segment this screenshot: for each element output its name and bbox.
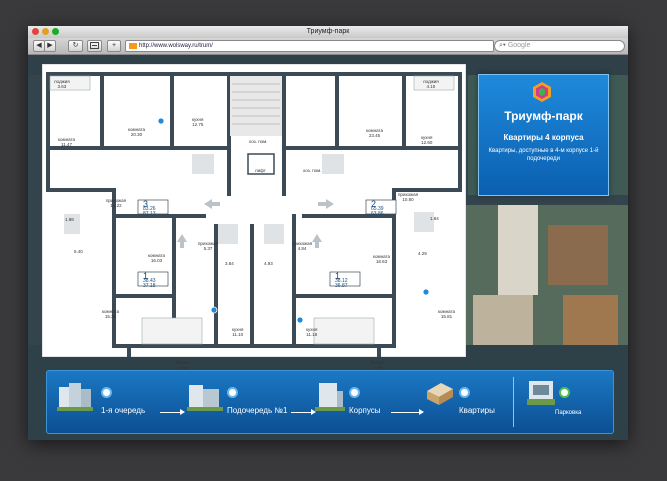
room-label: хоз. пом. bbox=[249, 139, 268, 144]
bookmark-icon bbox=[90, 42, 99, 49]
area-label: 4.29 bbox=[418, 251, 427, 256]
nav-arrow bbox=[291, 412, 311, 413]
address-bar[interactable]: http://www.wolsway.ru/trum/ bbox=[125, 40, 494, 52]
room-label: комната 23.45 bbox=[366, 128, 384, 138]
room-label: комната 18.63 bbox=[373, 254, 391, 264]
nav-step-apartments[interactable]: Квартиры bbox=[425, 371, 510, 433]
apartment-badge[interactable]: 1 38.12 36.87 bbox=[335, 272, 348, 289]
room-label: прихожая 13.22 bbox=[106, 198, 127, 208]
room-label: лифт bbox=[255, 168, 266, 173]
apartment-interior-icon bbox=[427, 383, 453, 405]
area-label: 4.93 bbox=[264, 261, 273, 266]
room-label: прихожая 5.37 bbox=[198, 241, 219, 251]
add-tab-button[interactable]: + bbox=[107, 40, 121, 52]
room-label: лоджия 4.10 bbox=[423, 79, 439, 89]
logo-icon bbox=[533, 82, 551, 102]
building-group-icon bbox=[187, 385, 223, 411]
search-placeholder: Google bbox=[507, 42, 531, 49]
page-content: лоджия 3.63 комната 20.30 кухня 12.75 комна… bbox=[28, 55, 628, 440]
room-label: комната 15.81 bbox=[438, 309, 456, 319]
window-title: Триумф-парк bbox=[306, 28, 350, 35]
nav-step-dot bbox=[101, 387, 112, 398]
window-controls bbox=[32, 28, 59, 35]
area-label: 1.84 bbox=[430, 216, 439, 221]
nav-arrow bbox=[160, 412, 180, 413]
room-label: прихожая 10.80 bbox=[398, 192, 419, 202]
area-label: 3.84 bbox=[225, 261, 234, 266]
brand-panel: Триумф-парк Квартиры 4 корпуса Квартиры,… bbox=[478, 74, 609, 196]
nav-arrow-head bbox=[419, 409, 424, 415]
apartment-badge[interactable]: 3 83.26 87.13 bbox=[143, 200, 156, 217]
room-label: кухня 12.75 bbox=[192, 117, 204, 127]
nav-divider bbox=[513, 377, 514, 427]
nav-step-dot bbox=[459, 387, 470, 398]
brand-subtitle: Квартиры 4 корпуса bbox=[503, 133, 584, 142]
room-label: хоз. пом. bbox=[303, 168, 322, 173]
nav-step-first-queue[interactable]: 1-я очередь bbox=[57, 371, 167, 433]
nav-step-label: Корпусы bbox=[349, 406, 381, 415]
title-bar: Триумф-парк bbox=[28, 26, 628, 38]
apartment-badge[interactable]: 2 65.39 63.86 bbox=[371, 200, 384, 217]
room-label: лоджия 3.63 bbox=[54, 79, 70, 89]
room-label: кухня 11.10 bbox=[232, 327, 244, 337]
room-label: комната 15.26 bbox=[102, 309, 120, 319]
nav-arrow bbox=[391, 412, 419, 413]
nav-step-label: Подочередь №1 bbox=[227, 406, 288, 415]
forward-button[interactable]: ▶ bbox=[44, 40, 56, 52]
room-label: прихожая 4.84 bbox=[292, 241, 313, 251]
reload-button[interactable]: ↻ bbox=[68, 40, 83, 52]
room-label: балкон 4.15 bbox=[176, 360, 191, 370]
close-window-button[interactable] bbox=[32, 28, 39, 35]
brand-name: Триумф-парк bbox=[504, 109, 583, 123]
room-label: комната 20.30 bbox=[128, 127, 146, 137]
building-group-icon bbox=[57, 383, 93, 411]
nav-arrow-head bbox=[180, 409, 185, 415]
bookmark-button[interactable] bbox=[87, 40, 102, 52]
search-field[interactable]: ⌕▾ Google bbox=[494, 40, 625, 52]
nav-step-label: 1-я очередь bbox=[101, 406, 146, 415]
browser-window: Триумф-парк ◀ ▶ ↻ + http://www.wolsway.r… bbox=[28, 26, 628, 440]
area-label: 5.40 bbox=[74, 249, 83, 254]
room-label: кухня 11.18 bbox=[306, 327, 318, 337]
minimize-window-button[interactable] bbox=[42, 28, 49, 35]
favicon-icon bbox=[129, 43, 137, 49]
nav-step-label: Квартиры bbox=[459, 406, 495, 415]
zoom-window-button[interactable] bbox=[52, 28, 59, 35]
nav-step-dot bbox=[349, 387, 360, 398]
room-label: комната 11.47 bbox=[58, 137, 76, 147]
brand-description: Квартиры, доступные в 4-м корпусе 1-й по… bbox=[488, 148, 599, 162]
nav-step-dot bbox=[559, 387, 570, 398]
room-label: балкон 4.15 bbox=[370, 360, 385, 370]
nav-step-dot bbox=[227, 387, 238, 398]
nav-step-buildings[interactable]: Корпусы bbox=[315, 371, 405, 433]
apartment-badge[interactable]: 1 38.43 37.18 bbox=[143, 272, 156, 289]
nav-step-subqueue[interactable]: Подочередь №1 bbox=[187, 371, 307, 433]
parking-label: Парковка bbox=[555, 410, 582, 416]
room-label: кухня 12.60 bbox=[421, 135, 433, 145]
navigation-bar: 1-я очередь Подочередь №1 Корпусы Кварти… bbox=[46, 370, 614, 434]
browser-toolbar: ◀ ▶ ↻ + http://www.wolsway.ru/trum/ ⌕▾ G… bbox=[28, 38, 628, 55]
url-text: http://www.wolsway.ru/trum/ bbox=[139, 43, 213, 49]
nav-parking[interactable]: Парковка bbox=[525, 371, 605, 433]
search-icon: ⌕▾ bbox=[499, 42, 506, 49]
room-label: комната 16.03 bbox=[148, 253, 166, 263]
parking-icon bbox=[527, 381, 555, 405]
building-icon bbox=[315, 383, 345, 411]
area-label: 1.98 bbox=[65, 217, 74, 222]
